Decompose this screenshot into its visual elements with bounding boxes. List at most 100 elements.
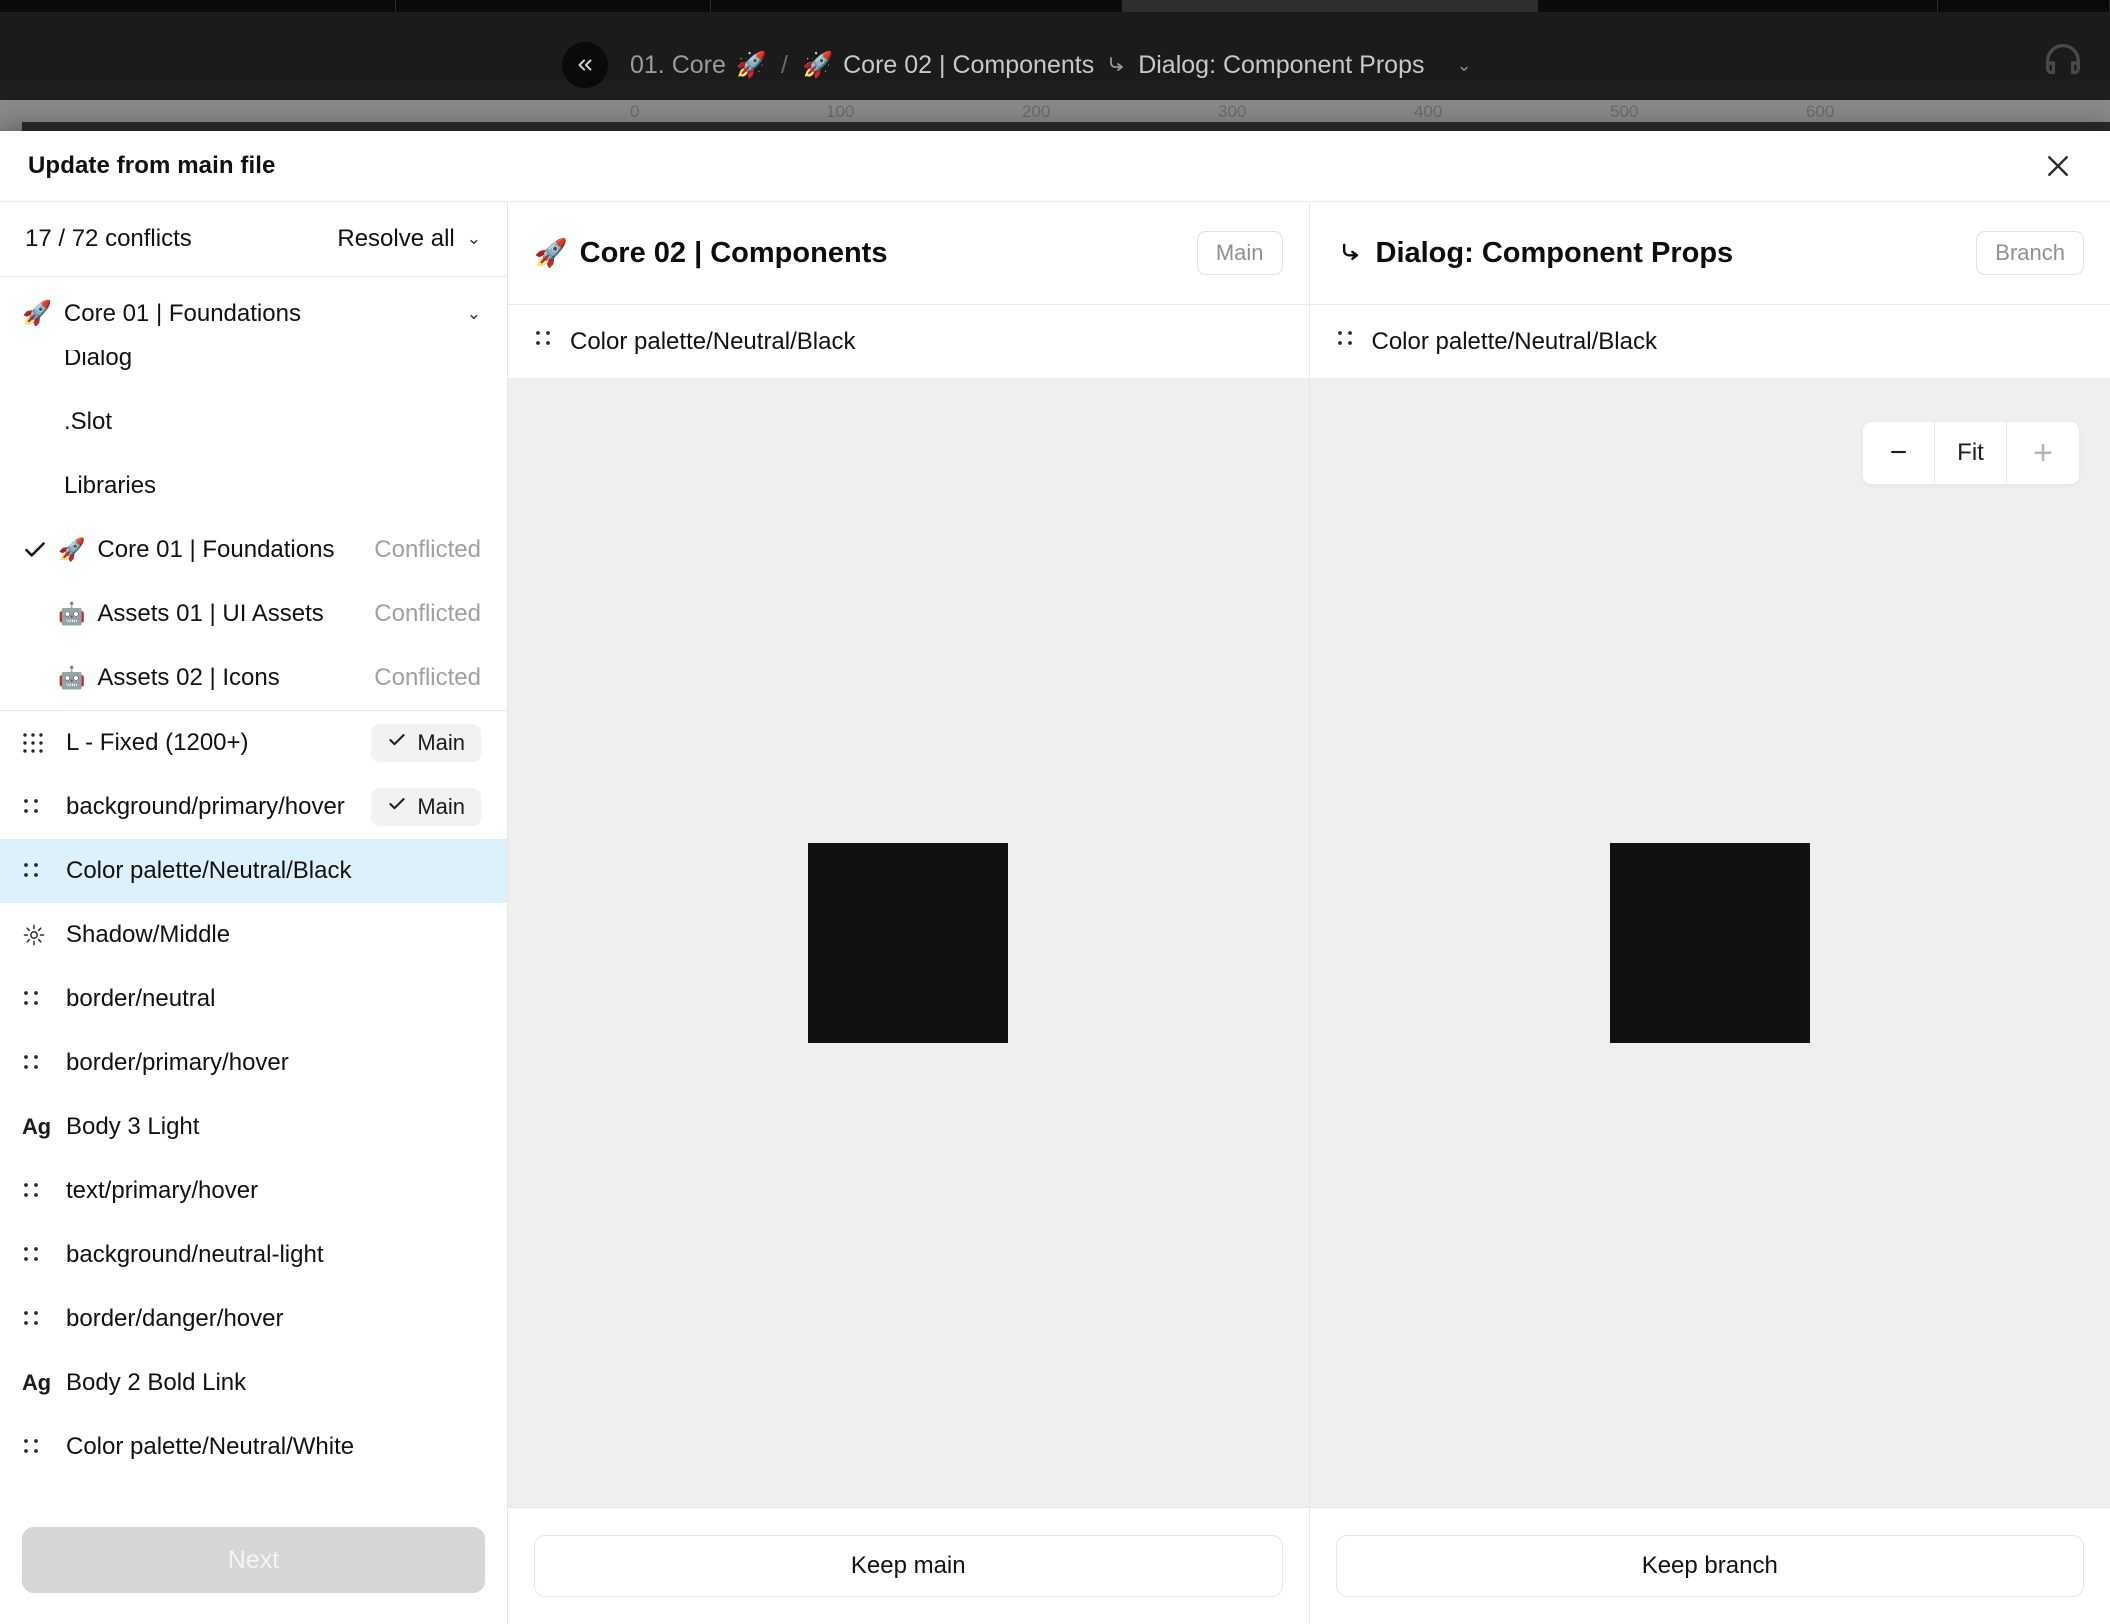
list-item-label: text/primary/hover <box>66 1177 259 1204</box>
list-item-label: Assets 01 | UI Assets <box>97 600 324 627</box>
list-item-token[interactable]: Shadow/Middle <box>0 903 507 967</box>
conflicts-bar: 17 / 72 conflicts Resolve all ⌄ <box>0 202 507 277</box>
breadcrumb-item-project[interactable]: 01. Core <box>630 51 726 80</box>
pane-main-canvas[interactable] <box>508 379 1309 1507</box>
variable-icon <box>534 328 554 356</box>
tab-item-active[interactable] <box>1123 0 1538 12</box>
tab-item[interactable] <box>0 0 396 12</box>
pane-branch-subbar: Color palette/Neutral/Black <box>1309 305 2110 379</box>
rocket-icon: 🚀 <box>735 50 768 79</box>
list-item-library[interactable]: 🚀 Core 01 | Foundations Conflicted <box>0 518 507 582</box>
rocket-icon: 🚀 <box>22 300 52 327</box>
list-item-token[interactable]: background/neutral-light <box>0 1223 507 1287</box>
robot-icon: 🤖 <box>58 601 86 626</box>
pane-main-title-group: 🚀 Core 02 | Components <box>534 237 887 270</box>
source-badge-main[interactable]: Main <box>371 788 481 826</box>
chevron-down-icon[interactable]: ⌄ <box>467 304 481 324</box>
horizontal-ruler: 0 100 200 300 400 500 600 <box>0 100 2110 122</box>
list-item-page[interactable]: Dialog <box>0 350 507 390</box>
tab-item[interactable] <box>1938 0 2110 12</box>
pane-branch-title-group: Dialog: Component Props <box>1336 237 1733 270</box>
list-item-label: L - Fixed (1200+) <box>66 729 249 756</box>
branch-icon <box>1342 243 1358 260</box>
variable-icon <box>22 861 66 881</box>
list-item-token[interactable]: border/primary/hover <box>0 1031 507 1095</box>
pane-main-subbar: Color palette/Neutral/Black <box>508 305 1309 379</box>
breadcrumb-item-branch[interactable]: Dialog: Component Props <box>1138 51 1424 80</box>
resolve-all-dropdown[interactable]: Resolve all ⌄ <box>337 225 481 253</box>
list-item-text-style[interactable]: Ag Body 3 Light <box>0 1095 507 1159</box>
breadcrumb-item-file[interactable]: Core 02 | Components <box>843 51 1094 80</box>
list-item-token[interactable]: border/neutral <box>0 967 507 1031</box>
variable-icon <box>22 1309 66 1329</box>
chevron-down-icon[interactable]: ⌄ <box>1456 55 1471 76</box>
headphones-icon[interactable] <box>2040 38 2086 84</box>
collapse-sidebar-button[interactable] <box>562 42 608 88</box>
list-item-page[interactable]: Libraries <box>0 454 507 518</box>
branch-icon <box>1110 57 1124 71</box>
color-swatch-preview <box>808 843 1009 1043</box>
variable-icon <box>22 1245 66 1265</box>
tab-item[interactable] <box>396 0 711 12</box>
source-badge-label: Main <box>417 730 465 755</box>
chevron-down-icon: ⌄ <box>466 229 481 248</box>
list-item-page[interactable]: .Slot <box>0 390 507 454</box>
list-item-label: background/primary/hover <box>66 793 345 820</box>
list-item-token[interactable]: border/danger/hover <box>0 1287 507 1351</box>
list-item-token[interactable]: text/primary/hover <box>0 1159 507 1223</box>
list-item-label: Body 2 Bold Link <box>66 1369 247 1396</box>
list-item-label: Color palette/Neutral/White <box>66 1433 355 1460</box>
list-item-text-style[interactable]: Ag Body 2 Bold Link <box>0 1351 507 1415</box>
text-style-icon: Ag <box>22 1370 51 1395</box>
zoom-fit-button[interactable]: Fit <box>1935 422 2007 484</box>
pane-main-badge: Main <box>1196 231 1283 275</box>
zoom-out-button[interactable]: − <box>1863 422 1935 484</box>
text-style-icon: Ag <box>22 1114 51 1139</box>
ruler-tick: 0 <box>630 102 640 121</box>
breadcrumb: 01. Core 🚀 / 🚀 Core 02 | Components Dial… <box>630 42 1472 88</box>
variable-icon <box>1336 328 1356 356</box>
list-item-token-selected[interactable]: Color palette/Neutral/Black <box>0 839 507 903</box>
pane-branch-canvas[interactable]: − Fit + <box>1309 379 2110 1507</box>
source-badge-main[interactable]: Main <box>371 724 481 762</box>
sidebar-footer: Next <box>0 1496 507 1624</box>
tab-strip <box>0 0 2110 12</box>
keep-main-button[interactable]: Keep main <box>534 1535 1283 1597</box>
update-from-main-modal: Update from main file 17 / 72 conflicts … <box>0 131 2110 1624</box>
conflicts-count: 17 / 72 conflicts <box>25 225 192 252</box>
variable-icon <box>22 1437 66 1457</box>
next-button[interactable]: Next <box>22 1527 485 1593</box>
conflicts-list: Dialog .Slot Libraries 🚀 Core 01 | Found… <box>0 350 507 1479</box>
list-item-token[interactable]: background/primary/hover Main <box>0 775 507 839</box>
ruler-tick: 300 <box>1218 102 1247 121</box>
check-icon <box>387 794 407 820</box>
list-item-token[interactable]: L - Fixed (1200+) Main <box>0 711 507 775</box>
ruler-tick: 500 <box>1610 102 1639 121</box>
list-item-token[interactable]: Color palette/Neutral/White <box>0 1415 507 1479</box>
list-item-library[interactable]: 🤖 Assets 01 | UI Assets Conflicted <box>0 582 507 646</box>
list-item-label: Libraries <box>64 472 157 499</box>
list-item-label: Shadow/Middle <box>66 921 231 948</box>
list-item-label: Dialog <box>64 350 133 371</box>
ruler-tick: 200 <box>1022 102 1051 121</box>
close-button[interactable] <box>2036 144 2080 188</box>
pane-branch-header: Dialog: Component Props Branch <box>1309 202 2110 305</box>
tab-item[interactable] <box>1538 0 1938 12</box>
group-header-core-01[interactable]: 🚀 Core 01 | Foundations ⌄ <box>0 277 507 350</box>
list-item-library[interactable]: 🤖 Assets 02 | Icons Conflicted <box>0 646 507 710</box>
list-item-label: border/primary/hover <box>66 1049 289 1076</box>
conflicts-list-scroll[interactable]: Dialog .Slot Libraries 🚀 Core 01 | Found… <box>0 350 507 1496</box>
list-item-label: Body 3 Light <box>66 1113 200 1140</box>
ruler-tick: 600 <box>1806 102 1835 121</box>
ruler-tick: 400 <box>1414 102 1443 121</box>
zoom-controls: − Fit + <box>1862 421 2080 485</box>
tab-item[interactable] <box>711 0 1123 12</box>
pane-branch-badge: Branch <box>1976 231 2084 275</box>
variable-icon <box>22 989 66 1009</box>
comparison-panes: 🚀 Core 02 | Components Main Color palett… <box>508 202 2110 1624</box>
zoom-in-button[interactable]: + <box>2007 422 2079 484</box>
close-icon <box>2048 156 2068 176</box>
keep-branch-button[interactable]: Keep branch <box>1335 1535 2084 1597</box>
list-item-label: Color palette/Neutral/Black <box>66 857 352 884</box>
status-badge: Conflicted <box>374 664 481 691</box>
